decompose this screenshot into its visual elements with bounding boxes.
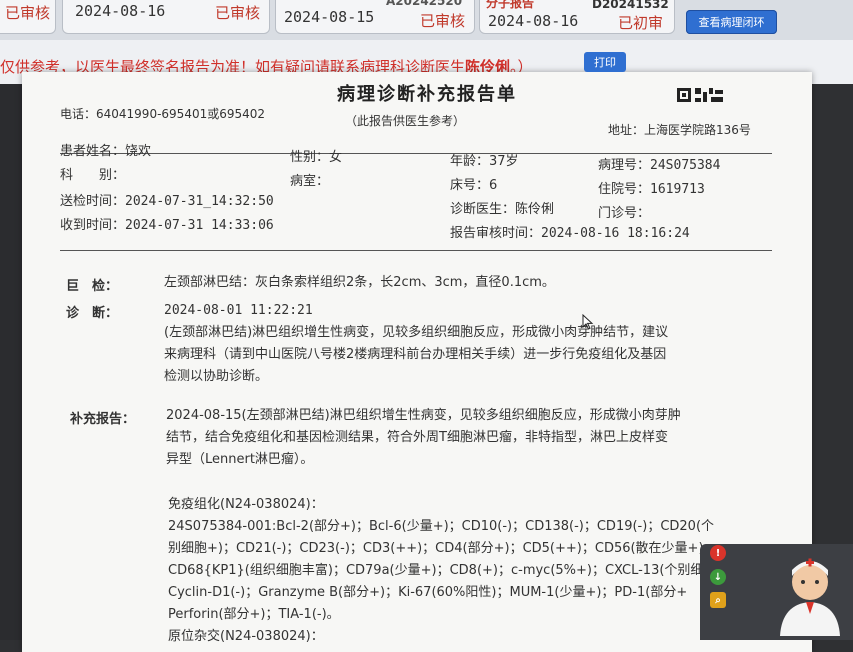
- download-icon[interactable]: ↓: [710, 569, 726, 585]
- ihc-line: 别细胞+)；CD21(-)；CD23(-)；CD3(++)；CD4(部分+)；C…: [168, 541, 704, 556]
- card-date: 2024-08-15: [284, 8, 375, 26]
- bed-field: 床号：6: [450, 174, 497, 193]
- ward-label: 病室：: [290, 174, 330, 189]
- patient-name-label: 患者姓名：: [60, 144, 126, 159]
- mouse-cursor-icon: [582, 314, 594, 330]
- admission-no: 1619713: [650, 182, 705, 197]
- department-field: 科 别：: [60, 164, 125, 183]
- diagnosing-doctor-field: 诊断医生：陈伶俐: [450, 198, 554, 217]
- review-time-field: 报告审核时间：2024-08-16 18:16:24: [450, 222, 690, 241]
- report-card-2[interactable]: 2024-08-16 已审核: [62, 0, 270, 34]
- submit-time-label: 送检时间：: [60, 194, 126, 209]
- pathology-no-label: 病理号：: [598, 158, 651, 173]
- hospital-address: 地址：上海医学院路136号: [608, 123, 751, 137]
- card-status: 已审核: [215, 4, 261, 22]
- supplement-label: 补充报告：: [70, 412, 136, 427]
- diagnosis-time: 2024-08-01 11:22:21: [164, 303, 313, 318]
- search-icon[interactable]: ⌕: [710, 592, 726, 608]
- supplement-line: 2024-08-15(左颈部淋巴结)淋巴组织增生性病变，见较多组织细胞反应，形成…: [166, 408, 681, 423]
- report-card-1-partial[interactable]: 已审核: [0, 0, 56, 34]
- review-time: 2024-08-16 18:16:24: [541, 226, 690, 241]
- diagnosis-line: 检测以协助诊断。: [164, 369, 269, 384]
- divider-mid: [60, 250, 772, 251]
- department-label: 科 别：: [60, 168, 126, 183]
- ward-field: 病室：: [290, 170, 329, 189]
- doctor-avatar-icon[interactable]: [770, 552, 850, 636]
- gross-text: 左颈部淋巴结：灰白条索样组织2条，长2cm、3cm，直径0.1cm。: [164, 275, 555, 290]
- card-date: 2024-08-16: [488, 12, 579, 30]
- ish-title: 原位杂交(N24-038024)：: [168, 629, 324, 644]
- report-subtitle: （此报告供医生参考）: [345, 114, 466, 128]
- left-background: [0, 84, 22, 640]
- clinic-no-field: 门诊号：: [598, 202, 650, 221]
- bed-label: 床号：: [450, 178, 490, 193]
- submit-time-field: 送检时间：2024-07-31_14:32:50: [60, 190, 274, 209]
- gender-label: 性别：: [290, 150, 330, 165]
- report-card-4[interactable]: 分子报告 D20241532 2024-08-16 已初审: [479, 0, 675, 34]
- phone-number: 电话：64041990-695401或695402: [60, 107, 266, 121]
- ihc-line: Perforin(部分+)；TIA-1(-)。: [168, 607, 340, 622]
- ihc-line: CD68{KP1}(组织细胞丰富)；CD79a(少量+)；CD8(+)；c-my…: [168, 563, 704, 578]
- diagnosis-line: 来病理科（请到中山医院八号楼2楼病理科前台办理相关手续）进一步行免疫组化及基因: [164, 347, 667, 362]
- receive-time-field: 收到时间：2024-07-31 14:33:06: [60, 214, 274, 233]
- pathology-no-field: 病理号：24S075384: [598, 154, 720, 173]
- doctor-label: 诊断医生：: [450, 202, 516, 217]
- gender: 女: [329, 150, 343, 165]
- age-field: 年龄：37岁: [450, 150, 519, 169]
- admission-no-field: 住院号：1619713: [598, 178, 705, 197]
- report-card-3[interactable]: A20242520 2024-08-15 已审核: [275, 0, 475, 34]
- gender-field: 性别：女: [290, 146, 342, 165]
- clinic-no-label: 门诊号：: [598, 206, 651, 221]
- doctor: 陈伶俐: [515, 202, 555, 217]
- card-status: 已初审: [618, 14, 664, 32]
- bed: 6: [489, 178, 498, 193]
- receive-time: 2024-07-31 14:33:06: [125, 218, 274, 233]
- view-pathology-loop-button[interactable]: 查看病理闭环: [686, 10, 777, 34]
- gross-label: 巨 检：: [66, 279, 119, 294]
- report-sheet: 病理诊断补充报告单 电话：64041990-695401或695402 （此报告…: [22, 72, 812, 652]
- review-time-label: 报告审核时间：: [450, 226, 542, 241]
- top-card-strip: 已审核 2024-08-16 已审核 A20242520 2024-08-15 …: [0, 0, 853, 40]
- supplement-line: 结节，结合免疫组化和基因检测结果，符合外周T细胞淋巴瘤，非特指型，淋巴上皮样变: [166, 430, 668, 445]
- card-date: 2024-08-16: [75, 2, 166, 20]
- ihc-title: 免疫组化(N24-038024)：: [168, 497, 324, 512]
- pathology-no: 24S075384: [650, 158, 721, 173]
- card-status: 已审核: [5, 4, 51, 22]
- receive-time-label: 收到时间：: [60, 218, 126, 233]
- report-title: 病理诊断补充报告单: [337, 84, 517, 105]
- alert-icon[interactable]: !: [710, 545, 726, 561]
- card-code: D20241532: [592, 0, 669, 11]
- patient-name: 饶欢: [125, 144, 152, 159]
- diagnosis-label: 诊 断：: [66, 306, 119, 321]
- age-label: 年龄：: [450, 154, 490, 169]
- qr-code-icon: [677, 88, 725, 106]
- submit-time: 2024-07-31_14:32:50: [125, 194, 274, 209]
- supplement-line: 异型（Lennert淋巴瘤）。: [166, 452, 314, 467]
- card-tag: 分子报告: [486, 0, 535, 10]
- age: 37岁: [489, 154, 519, 169]
- admission-no-label: 住院号：: [598, 182, 651, 197]
- print-button[interactable]: 打印: [584, 52, 626, 72]
- card-status: 已审核: [420, 12, 466, 30]
- card-code: A20242520: [386, 0, 463, 8]
- ihc-line: 24S075384-001:Bcl-2(部分+)；Bcl-6(少量+)；CD10…: [168, 519, 715, 534]
- ihc-line: Cyclin-D1(-)；Granzyme B(部分+)；Ki-67(60%阳性…: [168, 585, 688, 600]
- patient-name-field: 患者姓名：饶欢: [60, 140, 151, 159]
